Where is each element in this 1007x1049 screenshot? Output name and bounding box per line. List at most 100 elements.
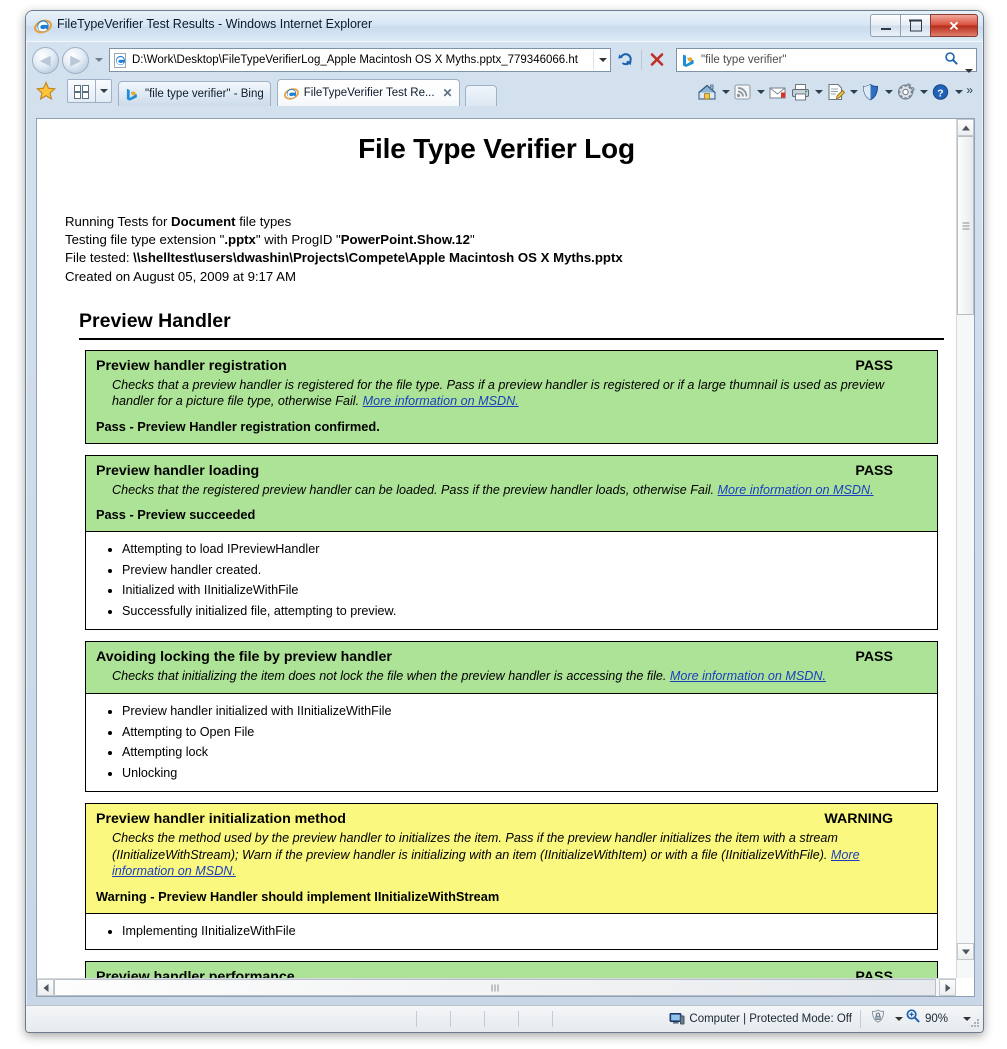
home-button[interactable] bbox=[696, 81, 731, 103]
msdn-link[interactable]: More information on MSDN. bbox=[718, 483, 874, 497]
restore-button[interactable] bbox=[900, 14, 930, 37]
test-result-summary: Pass - Preview Handler registration conf… bbox=[96, 418, 380, 434]
favorites-star-icon[interactable] bbox=[32, 77, 60, 105]
test-description: Checks that the registered preview handl… bbox=[112, 482, 874, 497]
tab-label: FileTypeVerifier Test Re... bbox=[303, 87, 435, 99]
desktop-background: FileTypeVerifier Test Results - Windows … bbox=[0, 0, 1007, 1049]
print-dropdown-icon[interactable] bbox=[812, 81, 824, 103]
tab-filetypeverifier-results[interactable]: FileTypeVerifier Test Re... ✕ bbox=[276, 79, 460, 106]
toolbar-divider bbox=[641, 50, 642, 70]
print-button[interactable] bbox=[789, 81, 824, 103]
back-button[interactable]: ◀ bbox=[32, 46, 59, 74]
read-mail-button[interactable] bbox=[766, 81, 789, 103]
test-card: Preview handler loading PASS Checks that… bbox=[85, 454, 938, 631]
list-item: Attempting lock bbox=[122, 742, 927, 763]
msdn-link[interactable]: More information on MSDN. bbox=[363, 394, 519, 408]
test-name: Preview handler registration bbox=[96, 357, 287, 374]
vertical-scrollbar[interactable] bbox=[956, 119, 974, 978]
test-header: Preview handler loading PASS Checks that… bbox=[86, 455, 937, 532]
zoom-level-label: 90% bbox=[924, 1013, 948, 1025]
tools-dropdown-icon[interactable] bbox=[917, 81, 929, 103]
horizontal-scrollbar[interactable] bbox=[37, 978, 956, 996]
search-box[interactable]: "file type verifier" bbox=[676, 48, 977, 73]
tab-bar: "file type verifier" - Bing FileTypeVeri… bbox=[26, 75, 983, 106]
address-dropdown-icon[interactable] bbox=[593, 50, 610, 70]
help-button[interactable]: ? bbox=[929, 81, 964, 103]
ie-logo-icon bbox=[34, 17, 52, 35]
ie-icon bbox=[283, 86, 299, 101]
page-favicon-icon bbox=[113, 52, 128, 68]
test-header: Preview handler initialization method WA… bbox=[86, 804, 937, 913]
search-input[interactable]: "file type verifier" bbox=[701, 54, 941, 66]
page-title: File Type Verifier Log bbox=[358, 133, 635, 164]
page-dropdown-icon[interactable] bbox=[847, 81, 859, 103]
status-divider bbox=[859, 1010, 861, 1028]
safety-button[interactable] bbox=[859, 81, 894, 103]
section-heading-preview-handler: Preview Handler bbox=[79, 310, 944, 340]
meta-line-created-on: Created on August 05, 2009 at 9:17 AM bbox=[65, 268, 296, 284]
test-results-list: Preview handler registration PASS Checks… bbox=[85, 349, 938, 978]
test-name: Preview handler performance bbox=[96, 969, 295, 978]
tab-close-icon[interactable]: ✕ bbox=[443, 86, 453, 100]
safety-shield-icon bbox=[859, 81, 882, 103]
test-verdict-badge: PASS bbox=[855, 969, 893, 978]
quick-tabs-dropdown[interactable] bbox=[96, 79, 112, 103]
test-card: Preview handler registration PASS Checks… bbox=[85, 349, 938, 444]
status-text-area bbox=[26, 1011, 417, 1027]
scroll-right-button[interactable] bbox=[939, 979, 956, 996]
home-icon bbox=[696, 81, 719, 103]
test-description: Checks that initializing the item does n… bbox=[112, 669, 826, 684]
test-verdict-badge: PASS bbox=[855, 357, 893, 374]
refresh-button[interactable] bbox=[614, 49, 638, 71]
search-icon[interactable] bbox=[941, 51, 961, 70]
vertical-scroll-thumb[interactable] bbox=[957, 136, 974, 315]
msdn-link[interactable]: More information on MSDN. bbox=[670, 669, 826, 683]
change-zone-button[interactable] bbox=[869, 1008, 905, 1030]
new-tab-button[interactable] bbox=[464, 85, 497, 106]
zone-dropdown-icon[interactable] bbox=[892, 1011, 905, 1027]
quick-tabs-button[interactable] bbox=[67, 79, 96, 103]
test-verdict-badge: PASS bbox=[855, 462, 893, 479]
page-icon bbox=[824, 81, 847, 103]
computer-zone-icon bbox=[669, 1012, 685, 1026]
address-bar[interactable]: D:\Work\Desktop\FileTypeVerifierLog_Appl… bbox=[109, 48, 611, 72]
scroll-up-button[interactable] bbox=[957, 119, 974, 136]
meta-line-extension: Testing file type extension ".pptx" with… bbox=[65, 232, 475, 248]
status-cell bbox=[417, 1011, 451, 1027]
horizontal-scroll-thumb[interactable] bbox=[54, 979, 936, 996]
feeds-icon bbox=[731, 81, 754, 103]
tools-button[interactable] bbox=[894, 81, 929, 103]
scroll-left-button[interactable] bbox=[37, 979, 54, 996]
help-dropdown-icon[interactable] bbox=[952, 81, 964, 103]
test-card: Preview handler performance PASS bbox=[85, 961, 938, 978]
home-dropdown-icon[interactable] bbox=[719, 81, 731, 103]
minimize-button[interactable] bbox=[870, 14, 900, 37]
security-zone[interactable]: Computer | Protected Mode: Off bbox=[669, 1012, 852, 1026]
stop-button[interactable] bbox=[645, 49, 669, 71]
command-overflow-icon[interactable]: » bbox=[964, 83, 977, 101]
window-controls: ✕ bbox=[870, 14, 978, 37]
test-verdict-badge: WARNING bbox=[824, 811, 893, 828]
list-item: Initialized with IInitializeWithFile bbox=[122, 580, 927, 601]
list-item: Preview handler initialized with IInitia… bbox=[122, 701, 927, 722]
test-name: Preview handler initialization method bbox=[96, 811, 346, 828]
feeds-button[interactable] bbox=[731, 81, 766, 103]
test-card: Avoiding locking the file by preview han… bbox=[85, 641, 938, 793]
scroll-down-button[interactable] bbox=[957, 943, 974, 960]
window-title: FileTypeVerifier Test Results - Windows … bbox=[57, 17, 373, 31]
tab-bing-search[interactable]: "file type verifier" - Bing bbox=[118, 81, 271, 106]
resize-grip[interactable] bbox=[968, 1017, 980, 1029]
test-card: Preview handler initialization method WA… bbox=[85, 803, 938, 951]
test-log: Implementing IInitializeWithFile bbox=[86, 912, 937, 950]
test-description: Checks the method used by the preview ha… bbox=[112, 831, 860, 879]
feeds-dropdown-icon[interactable] bbox=[754, 81, 766, 103]
test-header: Preview handler registration PASS Checks… bbox=[86, 350, 937, 443]
page-button[interactable] bbox=[824, 81, 859, 103]
forward-button[interactable]: ▶ bbox=[62, 46, 89, 74]
recent-pages-dropdown[interactable] bbox=[92, 49, 106, 71]
address-input[interactable]: D:\Work\Desktop\FileTypeVerifierLog_Appl… bbox=[132, 54, 593, 66]
close-button[interactable]: ✕ bbox=[930, 14, 978, 37]
mail-icon bbox=[766, 81, 789, 103]
safety-dropdown-icon[interactable] bbox=[882, 81, 894, 103]
status-cell bbox=[451, 1011, 485, 1027]
